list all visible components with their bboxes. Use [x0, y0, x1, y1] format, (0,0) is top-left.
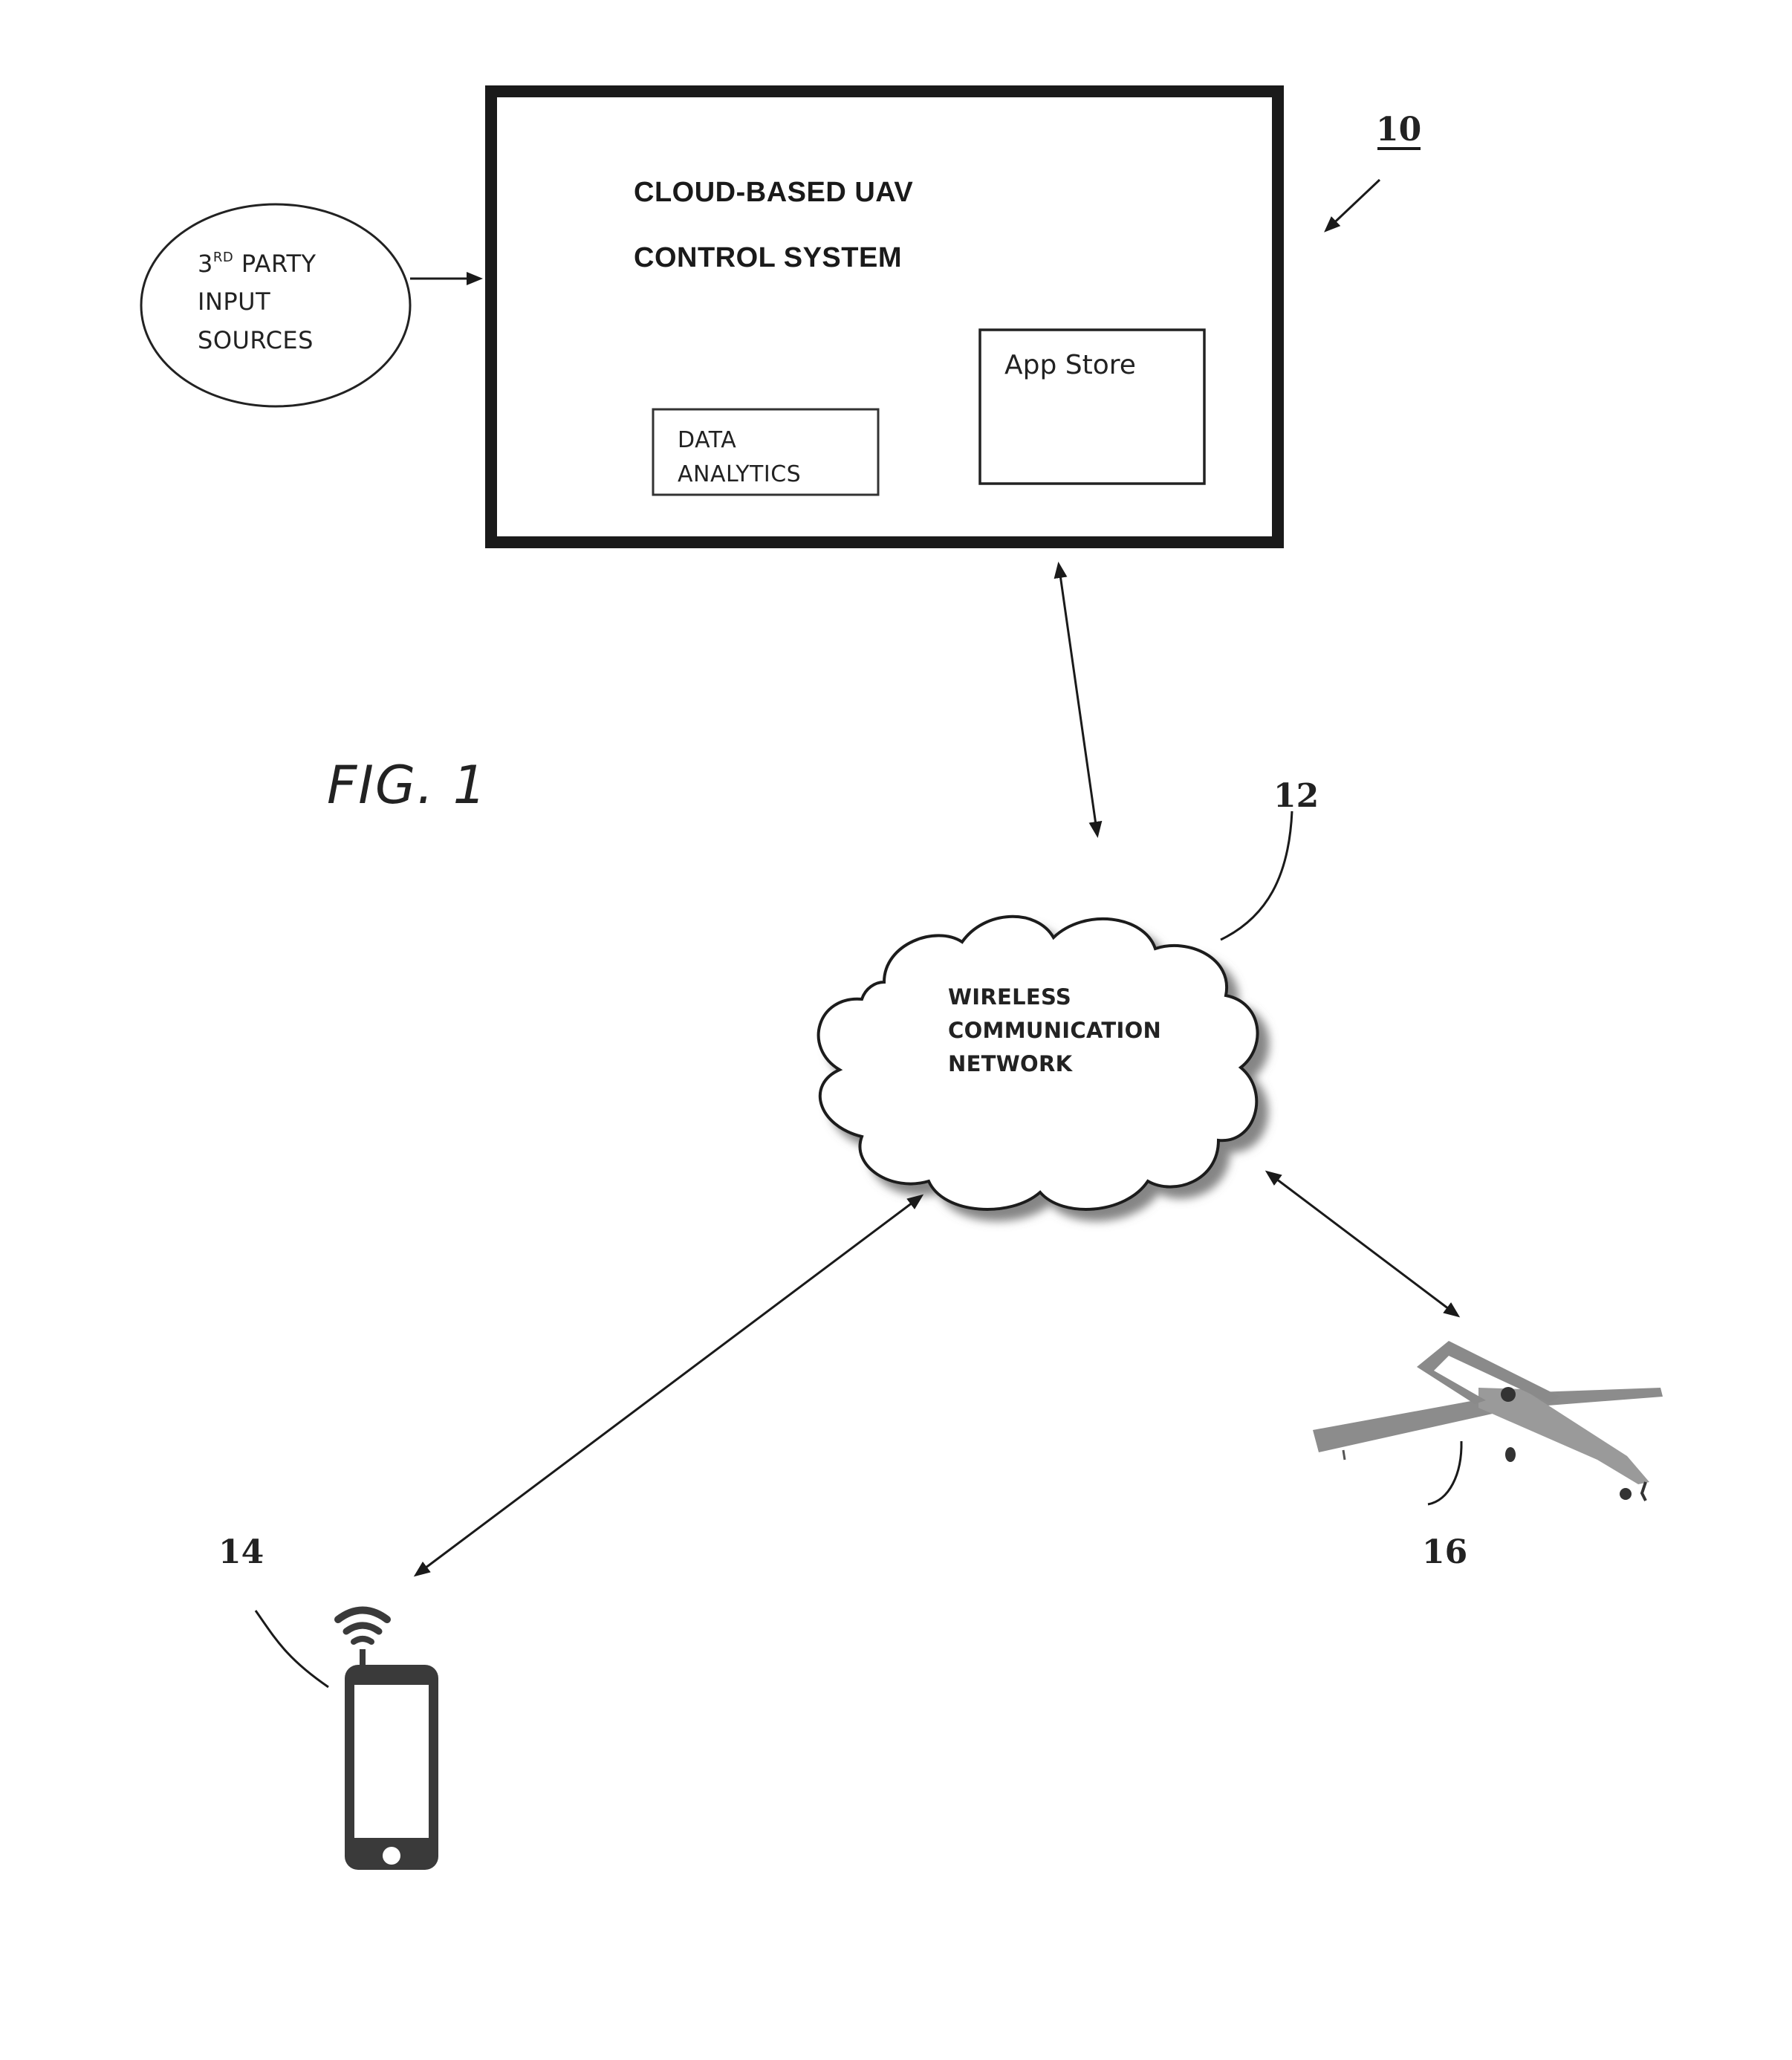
ref-numeral-16: 16 — [1422, 1533, 1468, 1571]
figure-label: FIG. 1 — [327, 755, 488, 816]
third-party-label-line1: 3RD PARTY — [198, 251, 316, 276]
app-store-label: App Store — [1004, 350, 1136, 380]
data-analytics-label-line2: ANALYTICS — [678, 461, 802, 487]
ref-numeral-14: 14 — [218, 1533, 264, 1571]
uav-drone-icon — [1313, 1341, 1663, 1501]
third-party-label-line2: INPUT — [198, 287, 271, 316]
ref-12-leader — [1220, 810, 1293, 941]
control-system-title-line1: CLOUD-BASED UAV — [634, 177, 914, 208]
network-label-line2: COMMUNICATION — [948, 1018, 1162, 1043]
data-analytics-label-line1: DATA — [678, 427, 737, 453]
control-system-title-line2: CONTROL SYSTEM — [634, 242, 902, 273]
third-party-ellipse — [140, 203, 412, 408]
third-party-ordinal-suffix: RD — [212, 250, 234, 265]
ref-14-leader — [254, 1610, 329, 1689]
network-phone-link-arrow — [413, 1194, 924, 1577]
system-network-link-arrow — [1054, 562, 1103, 838]
ref-numeral-12: 12 — [1273, 777, 1319, 815]
ref-16-leader — [1427, 1440, 1463, 1506]
third-party-party-word: PARTY — [241, 250, 316, 278]
ref-10-leader-arrow — [1324, 178, 1381, 233]
ref-numeral-10: 10 — [1376, 111, 1422, 149]
network-uav-link-arrow — [1265, 1170, 1461, 1318]
wifi-signal-icon — [334, 1606, 391, 1645]
network-label-line1: WIRELESS — [948, 984, 1072, 1010]
network-label-line3: NETWORK — [948, 1051, 1073, 1076]
smartphone-icon — [345, 1649, 438, 1870]
third-party-ordinal: 3 — [198, 250, 213, 278]
third-party-label-line3: SOURCES — [198, 326, 314, 354]
